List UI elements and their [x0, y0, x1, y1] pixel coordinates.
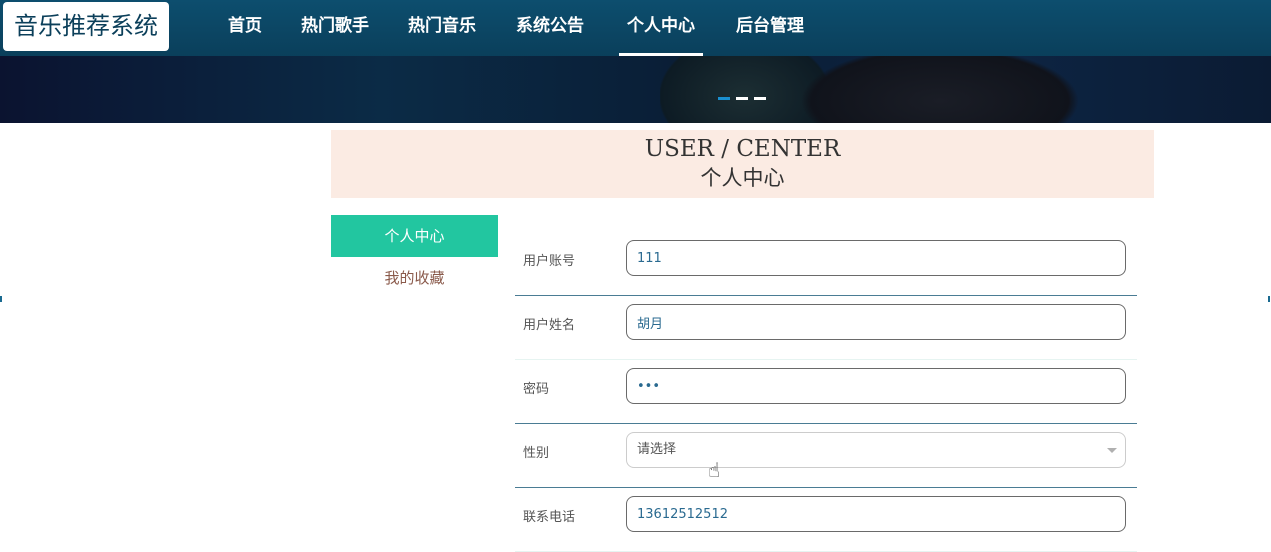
page-title-cn: 个人中心 [700, 166, 785, 190]
form-row-name: 用户姓名 [515, 296, 1137, 360]
carousel-indicators [718, 97, 766, 100]
account-input[interactable] [626, 240, 1126, 276]
form-row-password: 密码 [515, 360, 1137, 424]
page-title-block: USER / CENTER 个人中心 [331, 130, 1154, 198]
account-label: 用户账号 [523, 254, 576, 269]
nav-item-announcements[interactable]: 系统公告 [516, 0, 584, 56]
nav-item-hot-singers[interactable]: 热门歌手 [301, 0, 369, 56]
carousel-dot[interactable] [736, 97, 748, 100]
sidebar-menu: 个人中心 我的收藏 [331, 215, 498, 299]
top-navigation-bar: 音乐推荐系统 首页 热门歌手 热门音乐 系统公告 个人中心 后台管理 [0, 0, 1271, 56]
banner-carousel [0, 56, 1271, 123]
profile-form: 用户账号 用户姓名 密码 性别 请选择 联系电话 [515, 232, 1137, 552]
phone-label: 联系电话 [523, 510, 576, 525]
hand-cursor-icon: ☝ [708, 458, 721, 482]
form-row-gender: 性别 请选择 [515, 424, 1137, 488]
carousel-dot[interactable] [718, 97, 730, 100]
phone-input[interactable] [626, 496, 1126, 532]
sidebar-item-personal-center[interactable]: 个人中心 [331, 215, 498, 257]
name-input[interactable] [626, 304, 1126, 340]
form-row-account: 用户账号 [515, 232, 1137, 296]
nav-item-hot-music[interactable]: 热门音乐 [408, 0, 476, 56]
form-row-phone: 联系电话 [515, 488, 1137, 552]
right-scroll-handle[interactable] [1268, 296, 1270, 302]
nav-item-admin[interactable]: 后台管理 [736, 0, 804, 56]
password-label: 密码 [523, 382, 550, 397]
carousel-dot[interactable] [754, 97, 766, 100]
left-scroll-handle[interactable] [0, 296, 2, 302]
name-label: 用户姓名 [523, 318, 576, 333]
page-title-en: USER / CENTER [644, 136, 841, 162]
gender-select[interactable]: 请选择 [626, 432, 1126, 468]
gender-label: 性别 [523, 446, 550, 461]
chevron-down-icon [1107, 448, 1117, 453]
password-input[interactable] [626, 368, 1126, 404]
banner-image-shape [800, 56, 1080, 123]
gender-select-value: 请选择 [637, 442, 677, 457]
app-logo[interactable]: 音乐推荐系统 [3, 2, 169, 51]
nav-item-personal-center[interactable]: 个人中心 [619, 0, 703, 56]
nav-item-home[interactable]: 首页 [228, 0, 262, 56]
sidebar-item-my-favorites[interactable]: 我的收藏 [331, 257, 498, 299]
